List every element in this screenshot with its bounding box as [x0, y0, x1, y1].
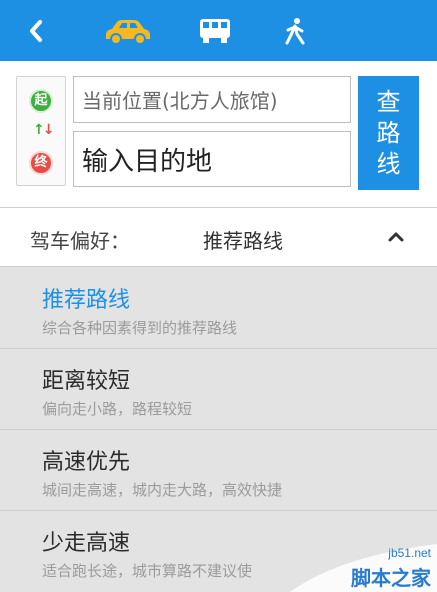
destination-input[interactable]: 输入目的地 — [73, 131, 351, 187]
top-bar — [0, 0, 437, 61]
option-description: 城间走高速，城内走大路，高效快捷 — [42, 481, 283, 499]
start-end-indicator: 起 ↑↓ 终 — [16, 76, 66, 186]
driving-preference-dropdown[interactable]: 驾车偏好： 推荐路线 — [0, 208, 437, 267]
option-description: 综合各种因素得到的推荐路线 — [42, 319, 238, 337]
bus-mode-tab[interactable] — [190, 0, 240, 61]
bus-icon — [200, 18, 230, 43]
watermark-site: jb51.net — [388, 546, 431, 560]
back-icon — [30, 19, 42, 42]
route-search-panel: 起 ↑↓ 终 当前位置(北方人旅馆) 输入目的地 查路线 — [0, 61, 437, 208]
option-title: 推荐路线 — [42, 288, 131, 313]
walk-icon — [285, 17, 305, 44]
destination-placeholder: 输入目的地 — [82, 146, 213, 177]
swap-button[interactable]: ↑↓ — [33, 122, 55, 138]
option-title: 距离较短 — [42, 369, 131, 394]
swap-up-arrow-icon: ↑ — [33, 122, 45, 138]
walk-mode-tab[interactable] — [272, 0, 318, 61]
watermark-name: 脚本之家 — [351, 566, 431, 590]
watermark: jb51.net 脚本之家 — [280, 536, 437, 592]
origin-value: 当前位置(北方人旅馆) — [82, 89, 278, 113]
option-description: 适合跑长途，城市算路不建议使 — [42, 562, 253, 580]
car-mode-tab[interactable] — [96, 0, 160, 61]
preference-value: 推荐路线 — [203, 229, 283, 253]
query-route-button[interactable]: 查路线 — [358, 76, 419, 190]
back-button[interactable] — [18, 0, 54, 61]
start-marker-icon: 起 — [29, 89, 53, 113]
swap-down-arrow-icon: ↓ — [42, 122, 55, 138]
preference-label: 驾车偏好： — [30, 229, 130, 253]
option-shortest-distance[interactable]: 距离较短 偏向走小路，路程较短 — [0, 349, 437, 430]
option-description: 偏向走小路，路程较短 — [42, 400, 193, 418]
chevron-up-icon — [388, 232, 404, 242]
end-marker-icon: 终 — [29, 151, 53, 175]
option-highway-first[interactable]: 高速优先 城间走高速，城内走大路，高效快捷 — [0, 430, 437, 511]
option-title: 高速优先 — [42, 450, 131, 475]
car-icon — [106, 19, 150, 45]
origin-input[interactable]: 当前位置(北方人旅馆) — [73, 76, 351, 123]
option-title: 少走高速 — [42, 531, 131, 556]
option-recommended[interactable]: 推荐路线 综合各种因素得到的推荐路线 — [0, 268, 437, 349]
